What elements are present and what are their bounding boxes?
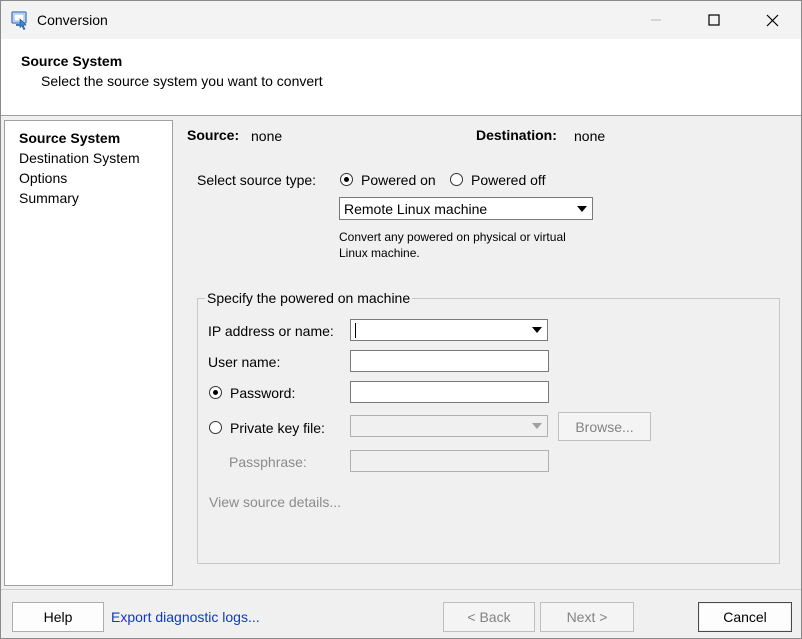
passphrase-input[interactable] bbox=[350, 450, 549, 472]
source-type-description-2: Linux machine. bbox=[339, 246, 420, 260]
step-source-system[interactable]: Source System bbox=[19, 130, 120, 146]
user-name-label: User name: bbox=[208, 354, 281, 370]
destination-label: Destination: bbox=[476, 127, 557, 143]
powered-off-radio[interactable] bbox=[450, 173, 463, 186]
minimize-button[interactable] bbox=[627, 1, 685, 39]
source-type-description-1: Convert any powered on physical or virtu… bbox=[339, 230, 566, 244]
powered-on-radio[interactable] bbox=[340, 173, 353, 186]
source-type-label: Select source type: bbox=[197, 172, 317, 188]
powered-on-label[interactable]: Powered on bbox=[361, 172, 436, 188]
private-key-radio[interactable] bbox=[209, 421, 222, 434]
footer-divider bbox=[1, 589, 801, 590]
ip-address-label: IP address or name: bbox=[208, 323, 334, 339]
export-diagnostic-logs-link[interactable]: Export diagnostic logs... bbox=[111, 609, 260, 625]
title-bar[interactable]: Conversion bbox=[1, 1, 801, 39]
source-value: none bbox=[251, 128, 283, 144]
chevron-down-icon[interactable] bbox=[529, 418, 545, 434]
private-key-label[interactable]: Private key file: bbox=[230, 420, 325, 436]
group-title: Specify the powered on machine bbox=[205, 290, 413, 306]
source-label: Source: bbox=[187, 127, 240, 143]
machine-type-select[interactable]: Remote Linux machine bbox=[339, 197, 593, 220]
wizard-header: Source System Select the source system y… bbox=[1, 39, 801, 116]
wizard-step-list: Source System Destination System Options… bbox=[4, 120, 173, 586]
password-input[interactable] bbox=[350, 381, 549, 403]
passphrase-label: Passphrase: bbox=[229, 454, 307, 470]
machine-type-value: Remote Linux machine bbox=[344, 201, 488, 217]
chevron-down-icon[interactable] bbox=[574, 200, 590, 217]
cancel-button[interactable]: Cancel bbox=[698, 602, 792, 632]
back-button[interactable]: < Back bbox=[443, 602, 535, 632]
powered-off-label[interactable]: Powered off bbox=[471, 172, 545, 188]
password-label[interactable]: Password: bbox=[230, 385, 295, 401]
password-radio[interactable] bbox=[209, 386, 222, 399]
page-title: Source System bbox=[21, 53, 123, 69]
minimize-icon bbox=[651, 19, 661, 21]
chevron-down-icon[interactable] bbox=[529, 322, 545, 338]
step-options[interactable]: Options bbox=[19, 170, 67, 186]
close-icon bbox=[766, 14, 778, 26]
step-summary[interactable]: Summary bbox=[19, 190, 79, 206]
close-button[interactable] bbox=[743, 1, 801, 39]
help-button[interactable]: Help bbox=[12, 602, 104, 632]
destination-value: none bbox=[574, 128, 606, 144]
app-icon bbox=[11, 10, 31, 30]
view-source-details-link[interactable]: View source details... bbox=[209, 494, 341, 510]
page-subtitle: Select the source system you want to con… bbox=[41, 73, 323, 89]
ip-address-combo[interactable] bbox=[350, 319, 548, 341]
step-destination-system[interactable]: Destination System bbox=[19, 150, 140, 166]
maximize-icon bbox=[708, 14, 720, 26]
private-key-combo[interactable] bbox=[350, 415, 548, 437]
next-button[interactable]: Next > bbox=[540, 602, 634, 632]
browse-button[interactable]: Browse... bbox=[558, 412, 651, 441]
text-cursor bbox=[355, 323, 356, 338]
maximize-button[interactable] bbox=[685, 1, 743, 39]
conversion-window: Conversion Source System Select the sour… bbox=[0, 0, 802, 639]
window-title: Conversion bbox=[37, 12, 108, 28]
user-name-input[interactable] bbox=[350, 350, 549, 372]
